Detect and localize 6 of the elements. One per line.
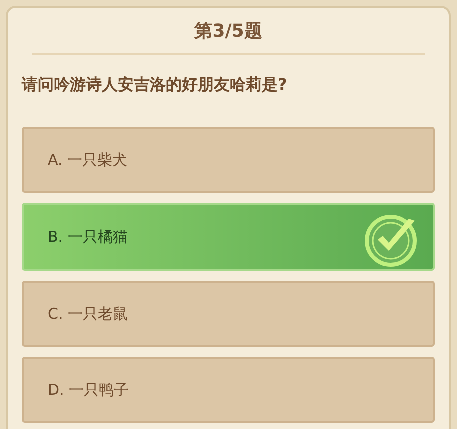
- answer-option[interactable]: A. 一只柴犬: [22, 127, 435, 193]
- question-number: 第3/5题: [194, 20, 262, 44]
- answer-option[interactable]: B. 一只橘猫: [22, 203, 435, 271]
- question-text: 请问吟游诗人安吉洛的好朋友哈莉是?: [22, 74, 288, 96]
- answer-option[interactable]: D. 一只鸭子: [22, 357, 435, 423]
- answer-option[interactable]: C. 一只老鼠: [22, 281, 435, 347]
